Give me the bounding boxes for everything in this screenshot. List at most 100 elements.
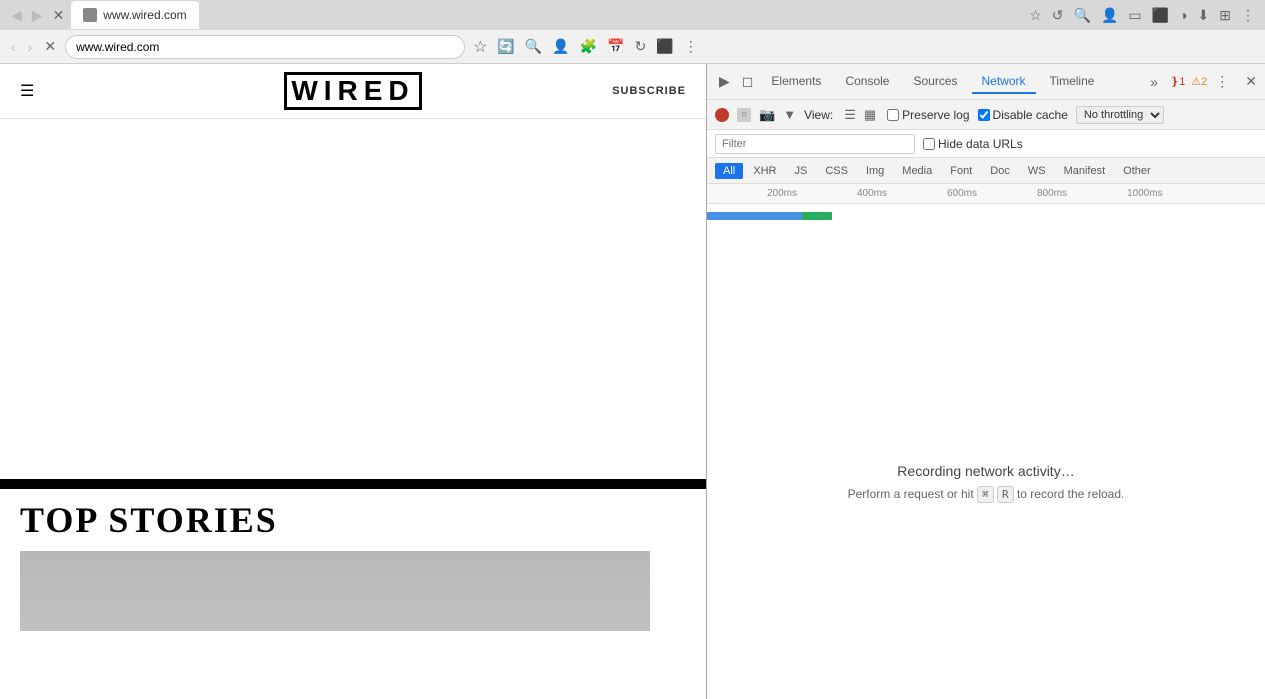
devtools-panel: ▶ ◻ Elements Console Sources Network Tim… [706, 64, 1265, 699]
stop-button[interactable]: ○ [737, 108, 751, 122]
tab-elements[interactable]: Elements [761, 70, 831, 94]
responsive-btn[interactable]: ◻ [738, 71, 758, 92]
view-grid-btn[interactable]: ▦ [861, 106, 879, 124]
timeline-bar-green [802, 212, 832, 220]
ruler-800: 800ms [1037, 188, 1067, 199]
tab-title: www.wired.com [103, 8, 186, 22]
view-buttons: ☰ ▦ [841, 106, 879, 124]
browser-chrome: ◀ ▶ ✕ www.wired.com ☆ ↺ 🔍 👤 ▭ ⬛ ◑ ⬇ ⊞ ⋮ … [0, 0, 1265, 64]
timeline-area: 200ms 400ms 600ms 800ms 1000ms [707, 184, 1265, 264]
reload-button[interactable]: ✕ [50, 7, 68, 24]
sync2-icon[interactable]: 🔄 [495, 36, 516, 57]
nav-back-btn[interactable]: ‹ [8, 39, 19, 55]
nav-reload-btn[interactable]: ✕ [41, 38, 59, 55]
settings-icon[interactable]: ⋮ [1239, 5, 1257, 26]
preserve-log-checkbox[interactable] [887, 109, 899, 121]
history-icon[interactable]: ◑ [1177, 5, 1189, 25]
tab-console[interactable]: Console [835, 70, 899, 94]
type-btn-media[interactable]: Media [894, 163, 940, 179]
filter-button[interactable]: ▼ [783, 107, 796, 122]
tab-sources[interactable]: Sources [903, 70, 967, 94]
disable-cache-checkbox[interactable] [978, 109, 990, 121]
active-tab[interactable]: www.wired.com [71, 1, 198, 29]
type-btn-css[interactable]: CSS [817, 163, 856, 179]
type-btn-all[interactable]: All [715, 163, 743, 179]
reload2-icon[interactable]: ↻ [633, 36, 649, 57]
wired-header: ☰ WIRED SUBSCRIBE [0, 64, 706, 119]
cmd-key: ⌘ [977, 486, 994, 503]
top-stories-title: TOP STORIES [20, 499, 686, 541]
page-content [0, 119, 706, 479]
disable-cache-label[interactable]: Disable cache [978, 108, 1068, 122]
address-bar-row: ‹ › ✕ ☆ 🔄 🔍 👤 🧩 📅 ↻ ⬛ ⋮ [0, 30, 1265, 64]
menu-button[interactable]: ☰ [20, 81, 34, 101]
subscribe-button[interactable]: SUBSCRIBE [612, 85, 686, 97]
star-icon[interactable]: ☆ [471, 35, 489, 59]
toolbar-icons: ☆ ↺ 🔍 👤 ▭ ⬛ ◑ ⬇ ⊞ ⋮ [1027, 5, 1257, 26]
hide-data-checkbox[interactable] [923, 138, 935, 150]
type-btn-ws[interactable]: WS [1020, 163, 1054, 179]
chip-icon[interactable]: ⬛ [654, 36, 675, 57]
ruler-200: 200ms [767, 188, 797, 199]
recording-title: Recording network activity… [897, 463, 1074, 479]
recording-hint: Perform a request or hit ⌘ R to record t… [848, 487, 1125, 501]
devtools-toolbar: ▶ ◻ Elements Console Sources Network Tim… [707, 64, 1265, 100]
hide-data-label[interactable]: Hide data URLs [923, 137, 1023, 151]
forward-button[interactable]: ▶ [29, 7, 46, 24]
address-input[interactable] [65, 35, 465, 59]
ruler-600: 600ms [947, 188, 977, 199]
sync-icon[interactable]: ↺ [1050, 5, 1066, 26]
inspect-element-btn[interactable]: ▶ [715, 71, 734, 92]
network-empty-state: Recording network activity… Perform a re… [707, 264, 1265, 699]
preserve-log-label[interactable]: Preserve log [887, 108, 969, 122]
timeline-bars [707, 204, 1265, 264]
filter-input[interactable] [715, 134, 915, 154]
more-tabs-btn[interactable]: » [1146, 72, 1162, 92]
ruler-400: 400ms [857, 188, 887, 199]
bookmark-icon[interactable]: ☆ [1027, 5, 1044, 26]
article-image [20, 551, 650, 631]
calendar-icon[interactable]: 📅 [605, 36, 626, 57]
type-btn-js[interactable]: JS [786, 163, 815, 179]
main-area: ☰ WIRED SUBSCRIBE TOP STORIES ▶ ◻ Elemen… [0, 64, 1265, 699]
webpage-area: ☰ WIRED SUBSCRIBE TOP STORIES [0, 64, 706, 699]
top-stories-section: TOP STORIES [0, 489, 706, 631]
type-filter-row: All XHR JS CSS Img Media Font Doc WS Man… [707, 158, 1265, 184]
screenshot-button[interactable]: 📷 [759, 107, 775, 123]
throttle-select[interactable]: No throttling [1076, 106, 1164, 124]
view-label: View: [804, 108, 833, 122]
network-toolbar: ○ 📷 ▼ View: ☰ ▦ Preserve log Disable cac… [707, 100, 1265, 130]
cast-icon[interactable]: ▭ [1126, 5, 1143, 26]
person-silhouette [20, 551, 650, 631]
type-btn-font[interactable]: Font [942, 163, 980, 179]
wired-logo: WIRED [284, 72, 421, 110]
omnibox-icon[interactable]: 🔍 [1072, 5, 1093, 26]
profile-icon[interactable]: 👤 [550, 36, 571, 57]
type-btn-img[interactable]: Img [858, 163, 892, 179]
apps-icon[interactable]: ⊞ [1217, 5, 1233, 26]
top-stories-bar [0, 479, 706, 489]
search2-icon[interactable]: 🔍 [523, 36, 544, 57]
type-btn-doc[interactable]: Doc [982, 163, 1018, 179]
filter-bar: Hide data URLs [707, 130, 1265, 158]
tab-bar: ◀ ▶ ✕ www.wired.com ☆ ↺ 🔍 👤 ▭ ⬛ ◑ ⬇ ⊞ ⋮ [0, 0, 1265, 30]
ruler-1000: 1000ms [1127, 188, 1163, 199]
record-button[interactable] [715, 108, 729, 122]
tab-favicon [83, 8, 97, 22]
back-button[interactable]: ◀ [8, 7, 25, 24]
type-btn-xhr[interactable]: XHR [745, 163, 784, 179]
downloads-icon[interactable]: ⬇ [1196, 5, 1212, 26]
nav-forward-btn[interactable]: › [25, 39, 36, 55]
tab-timeline[interactable]: Timeline [1040, 70, 1105, 94]
tab-network[interactable]: Network [972, 70, 1036, 94]
view-list-btn[interactable]: ☰ [841, 106, 859, 124]
type-btn-manifest[interactable]: Manifest [1056, 163, 1114, 179]
type-btn-other[interactable]: Other [1115, 163, 1159, 179]
devtools-close-btn[interactable]: ✕ [1245, 73, 1257, 90]
menu-icon[interactable]: ⋮ [682, 36, 700, 57]
error-badge: ❵1 [1170, 75, 1185, 88]
puzzle-icon[interactable]: 🧩 [578, 36, 599, 57]
extensions-icon[interactable]: ⬛ [1150, 5, 1171, 26]
user-icon[interactable]: 👤 [1099, 5, 1120, 26]
devtools-menu-btn[interactable]: ⋮ [1211, 71, 1233, 92]
